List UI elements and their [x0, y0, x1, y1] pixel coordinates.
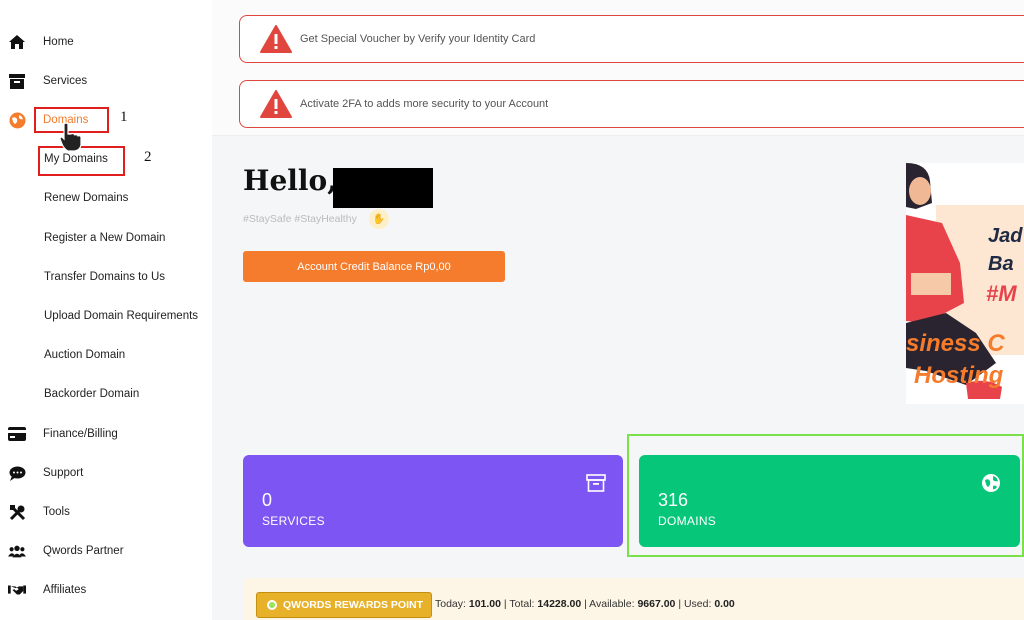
services-label: SERVICES: [262, 514, 325, 528]
rewards-today: 101.00: [468, 598, 501, 610]
rewards-stats: Today: 101.00 | Total: 14228.00 | Availa…: [435, 598, 735, 610]
credit-card-icon: [8, 425, 26, 443]
sidebar-item-qwords-partner[interactable]: Qwords Partner: [0, 535, 212, 567]
sidebar-item-affiliates[interactable]: Affiliates: [0, 574, 212, 606]
account-credit-button[interactable]: Account Credit Balance Rp0,00: [243, 251, 505, 282]
services-card[interactable]: 0 SERVICES: [243, 455, 623, 547]
sidebar-item-home[interactable]: Home: [0, 26, 212, 58]
rewards-available: 9667.00: [637, 598, 676, 610]
sidebar-item-transfer-domains[interactable]: Transfer Domains to Us: [0, 261, 212, 293]
sidebar-item-finance-billing[interactable]: Finance/Billing: [0, 418, 212, 450]
greeting-heading: Hello,: [243, 164, 337, 197]
alert-activate-2fa[interactable]: Activate 2FA to adds more security to yo…: [239, 80, 1024, 128]
rewards-coin-icon: [267, 600, 277, 610]
sidebar-item-register-domain[interactable]: Register a New Domain: [0, 222, 212, 254]
highlight-domains-card: [627, 434, 1024, 557]
warning-icon: [260, 90, 292, 118]
sidebar-item-tools[interactable]: Tools: [0, 496, 212, 528]
annotation-step-1: 1: [120, 109, 128, 125]
sidebar: Home Services Domains My Domains Renew D…: [0, 0, 212, 620]
pointer-cursor-icon: [59, 122, 82, 152]
archive-icon: [8, 72, 26, 90]
wave-hand-icon: ✋: [369, 209, 389, 229]
promo-banner[interactable]: Jad Ba #M siness C Hosting: [906, 163, 1024, 404]
users-icon: [8, 542, 26, 560]
globe-icon: [8, 111, 26, 129]
rewards-used: 0.00: [714, 598, 735, 610]
greeting-tags: #StaySafe #StayHealthy: [243, 213, 357, 225]
alerts-region: Get Special Voucher by Verify your Ident…: [212, 0, 1024, 136]
rewards-point-button[interactable]: QWORDS REWARDS POINT: [256, 592, 432, 618]
archive-icon: [586, 474, 606, 492]
sidebar-item-support[interactable]: Support: [0, 457, 212, 489]
warning-icon: [260, 25, 292, 53]
sidebar-item-upload-requirements[interactable]: Upload Domain Requirements: [0, 300, 212, 332]
home-icon: [8, 33, 26, 51]
tools-icon: [8, 503, 26, 521]
chat-icon: [8, 464, 26, 482]
handshake-icon: [8, 581, 26, 599]
annotation-step-2: 2: [144, 149, 152, 165]
redacted-username: [333, 168, 433, 208]
services-count: 0: [262, 490, 273, 510]
main-content: Get Special Voucher by Verify your Ident…: [212, 0, 1024, 620]
rewards-bar: QWORDS REWARDS POINT Today: 101.00 | Tot…: [243, 578, 1024, 620]
rewards-total: 14228.00: [537, 598, 582, 610]
alert-identity-voucher[interactable]: Get Special Voucher by Verify your Ident…: [239, 15, 1024, 63]
sidebar-item-backorder-domain[interactable]: Backorder Domain: [0, 378, 212, 410]
sidebar-item-renew-domains[interactable]: Renew Domains: [0, 182, 212, 214]
sidebar-item-services[interactable]: Services: [0, 65, 212, 97]
sidebar-item-auction-domain[interactable]: Auction Domain: [0, 339, 212, 371]
